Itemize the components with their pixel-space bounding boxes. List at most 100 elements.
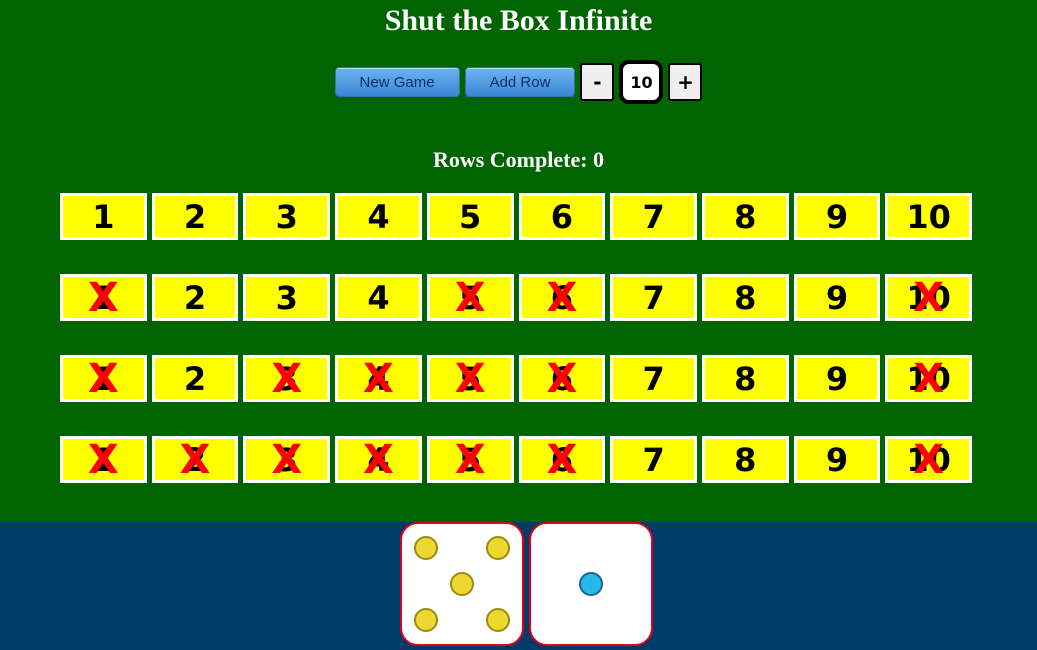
increment-button[interactable]: + [668,63,703,101]
number-tile[interactable]: 3X [243,355,331,402]
tile-number: 1 [92,440,115,479]
tile-number: 3 [275,440,298,479]
tile-number: 5 [459,359,482,398]
die-pip [450,572,474,596]
tile-number: 7 [642,278,665,317]
tile-number: 1 [92,278,115,317]
tile-number: 2 [183,440,207,479]
number-tile[interactable]: 1X [60,355,147,402]
tile-number: 4 [367,359,390,398]
rows-complete-counter: Rows Complete: 0 [432,147,605,172]
number-tile[interactable]: 1X [60,274,147,321]
number-tile[interactable]: 8 [701,274,789,321]
die-pip [414,608,438,632]
tile-number: 9 [825,440,849,479]
die-pip [486,536,510,560]
number-tile[interactable]: 10 [885,193,973,240]
tile-number: 8 [734,197,757,236]
number-tile[interactable]: 4X [335,436,422,483]
tile-number: 5 [459,278,482,317]
number-tile[interactable]: 3X [243,436,331,483]
tile-number: 9 [825,359,849,398]
tile-number: 10 [906,440,951,479]
number-tile[interactable]: 9 [793,355,881,402]
number-tile[interactable]: 3 [243,274,331,321]
add-row-button[interactable]: Add Row [464,67,576,97]
number-tile[interactable]: 10 X [885,436,973,483]
number-tile[interactable]: 7 [610,274,697,321]
tile-number: 10 [906,278,951,317]
die-1[interactable] [400,522,524,646]
tile-number: 9 [825,197,849,236]
tile-row: 1 X 2 3 X 4 X 5 X 6 X 7 8 9 10 X [60,355,973,402]
number-tile[interactable]: 6X [518,436,606,483]
number-tile[interactable]: 6X [518,355,606,402]
number-tile[interactable]: 10 X [885,355,973,402]
tile-number: 4 [367,197,390,236]
number-tile[interactable]: 9 [793,193,881,240]
tile-number: 7 [642,197,665,236]
decrement-button[interactable]: - [580,63,615,101]
tile-number: 9 [825,278,849,317]
tile-number: 8 [734,278,757,317]
number-tile[interactable]: 2 [151,355,239,402]
box-count-display: 10 [619,60,664,104]
number-tile[interactable]: 7 [610,355,697,402]
number-tile[interactable]: 5 [426,193,514,240]
number-tile[interactable]: 2 [151,274,239,321]
number-tile[interactable]: 4 [335,274,422,321]
tile-number: 1 [92,359,115,398]
number-tile[interactable]: 9 [793,436,881,483]
tile-number: 4 [367,278,390,317]
number-tile[interactable]: 7 [610,436,697,483]
tile-number: 3 [275,197,298,236]
number-tile[interactable]: 7 [610,193,697,240]
number-tile[interactable]: 5X [426,274,514,321]
number-tile[interactable]: 10 X [885,274,973,321]
tile-row: 1 X 2 X 3 X 4 X 5 X 6 X 7 8 9 10 X [60,436,973,483]
tile-number: 6 [550,278,573,317]
tile-number: 6 [550,440,573,479]
controls-bar: New Game Add Row - 10 + [0,60,1037,104]
page-title: Shut the Box Infinite [384,4,653,37]
tile-number: 3 [275,278,298,317]
number-tile[interactable]: 2 [151,193,239,240]
number-tile[interactable]: 2X [151,436,239,483]
tile-number: 10 [906,197,951,236]
tile-number: 6 [550,359,573,398]
number-tile[interactable]: 6 [518,193,606,240]
tile-number: 5 [459,440,482,479]
number-tile[interactable]: 5X [426,355,514,402]
tile-number: 6 [550,197,573,236]
tile-number: 8 [734,440,757,479]
tile-number: 7 [642,359,665,398]
number-tile[interactable]: 1X [60,436,147,483]
number-tile[interactable]: 8 [701,436,789,483]
number-tile[interactable]: 9 [793,274,881,321]
tile-number: 8 [734,359,757,398]
tile-number: 1 [92,197,115,236]
tile-number: 3 [275,359,298,398]
number-tile[interactable]: 5X [426,436,514,483]
number-tile[interactable]: 4 [335,193,422,240]
tile-number: 2 [183,278,207,317]
tile-row: 1 2 3 4 5 6 7 8 9 10 [60,193,973,240]
tile-row: 1 X 2 3 4 5 X 6 X 7 8 9 10 X [60,274,973,321]
number-tile[interactable]: 6X [518,274,606,321]
die-pip [579,572,603,596]
number-tile[interactable]: 8 [701,355,789,402]
number-tile[interactable]: 8 [701,193,789,240]
tile-number: 5 [459,197,482,236]
number-tile[interactable]: 1 [60,193,147,240]
tile-number: 4 [367,440,390,479]
tile-number: 2 [183,197,207,236]
tile-number: 2 [183,359,207,398]
number-tile[interactable]: 3 [243,193,331,240]
die-2[interactable] [529,522,653,646]
new-game-button[interactable]: New Game [334,67,460,97]
die-pip [414,536,438,560]
die-pip [486,608,510,632]
number-tile[interactable]: 4X [335,355,422,402]
tile-number: 10 [906,359,951,398]
tile-number: 7 [642,440,665,479]
